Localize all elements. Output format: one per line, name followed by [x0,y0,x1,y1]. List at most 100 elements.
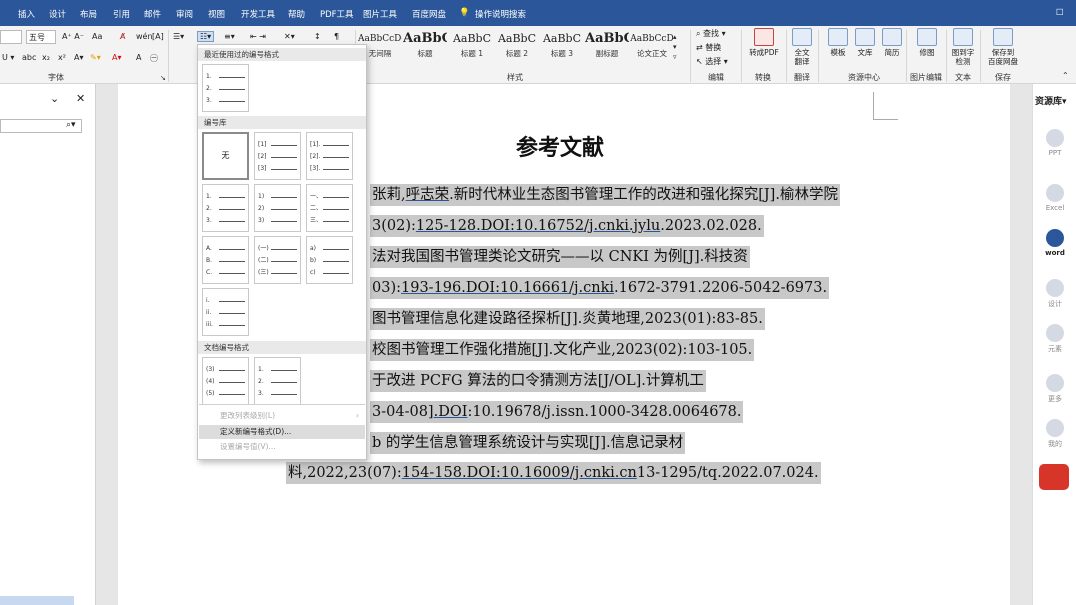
style-4[interactable]: AaBbC 标题 3 [540,30,584,64]
style-2[interactable]: AaBbC 标题 1 [450,30,494,64]
library-button[interactable]: 文库 [853,28,877,57]
select-button[interactable]: ↖ 选择 ▾ [696,56,728,67]
text-effect-button[interactable]: A▾ [74,53,84,62]
resource-title[interactable]: 资源库▾ [1035,94,1067,107]
document-format-card[interactable]: (3) (4) (5) [202,357,249,405]
tab-1[interactable]: 设计 [49,8,66,20]
numbering-format-card[interactable]: a) b) c) [306,236,353,284]
grow-font-button[interactable]: A⁺ A⁻ [62,32,84,41]
tab-3[interactable]: 引用 [113,8,130,20]
style-name: 标题 1 [460,49,484,58]
chevron-down-icon[interactable]: ⌄ [50,92,59,105]
style-5[interactable]: AaBbC 副标题 [585,30,629,64]
tab-2[interactable]: 布局 [80,8,97,20]
tab-12[interactable]: 操作说明搜索 [475,8,526,20]
change-list-level-item[interactable]: 更改列表级别(L) › [199,409,365,423]
bullets-button[interactable]: ☰▾ [173,32,184,41]
show-marks-button[interactable]: ¶ [334,32,339,41]
chinese-layout-button[interactable]: ✕▾ [284,32,295,41]
subscript-button[interactable]: x₂ [42,53,50,62]
multilevel-list-button[interactable]: ≡▾ [224,32,235,41]
sort-button[interactable]: ↕ [314,32,321,41]
underline-button[interactable]: U ▾ [2,53,14,62]
border-a-button[interactable]: [A] [152,32,164,41]
font-launcher-icon[interactable]: ↘ [160,74,166,82]
reference-text: .DOI [433,404,468,420]
font-color-button[interactable]: A▾ [112,53,122,62]
card-number: 1. [206,73,212,80]
shading-button[interactable]: A [136,53,141,62]
tab-4[interactable]: 邮件 [144,8,161,20]
numbering-format-card[interactable]: 1) 2) 3) [254,184,301,232]
enclose-char-button[interactable]: ㊀ [150,53,158,64]
resource-item-2[interactable]: word [1033,229,1076,257]
tab-0[interactable]: 插入 [18,8,35,20]
style-1[interactable]: AaBbC 标题 [403,30,447,64]
numbering-format-card[interactable]: [1] [2] [3] [254,132,301,180]
define-new-format-item[interactable]: 定义新编号格式(D)... [199,425,365,439]
resource-item-6[interactable]: 我的 [1033,419,1076,449]
find-button[interactable]: ⌕ 查找 ▾ [696,28,726,39]
document-format-card[interactable]: 1. 2. 3. [254,357,301,405]
resource-item-4[interactable]: 元素 [1033,324,1076,354]
highlight-button[interactable]: ✎▾ [90,53,101,62]
tab-11[interactable]: 百度网盘 [412,8,446,20]
template-button[interactable]: 模板 [826,28,850,57]
tell-me-icon[interactable]: 💡 [459,8,470,18]
numbering-format-card[interactable]: 一、 二、 三、 [306,184,353,232]
card-line [219,89,245,90]
numbering-format-card[interactable]: (一) (二) (三) [254,236,301,284]
tab-9[interactable]: PDF工具 [320,8,354,20]
tab-10[interactable]: 图片工具 [363,8,397,20]
resource-item-label: 更多 [1048,395,1062,403]
save-baidu-button[interactable]: 保存到 百度网盘 [985,28,1021,66]
ocr-icon [953,28,973,46]
close-icon[interactable]: ✕ [76,92,85,105]
superscript-button[interactable]: x² [58,53,66,62]
styles-scroll-icon[interactable]: ▴ ▾ ▿ [673,32,677,62]
resource-item-3[interactable]: 设计 [1033,279,1076,309]
gift-icon[interactable] [1039,464,1069,490]
numbering-format-card[interactable]: [1]. [2]. [3]. [306,132,353,180]
translate-button[interactable]: 全文 翻译 [790,28,814,66]
reference-text: 154-158.DOI:10.16009/j.cnki.cn [401,465,637,481]
resume-button[interactable]: 简历 [880,28,904,57]
style-name: 标题 2 [505,49,529,58]
phonetic-button[interactable]: wén [136,32,153,41]
tab-8[interactable]: 帮助 [288,8,305,20]
set-numbering-value-item[interactable]: 设置编号值(V)... [199,440,365,454]
style-3[interactable]: AaBbC 标题 2 [495,30,539,64]
group-label-font: 字体 [48,73,64,82]
recent-format-card[interactable]: 1. 2. 3. [202,64,249,112]
resource-item-1[interactable]: Excel [1033,184,1076,212]
feedback-icon[interactable]: ☐ [1056,8,1064,18]
convert-pdf-button[interactable]: 转成PDF [746,28,782,57]
clear-format-button[interactable]: A̸ [120,32,125,41]
numbering-format-card[interactable]: A. B. C. [202,236,249,284]
card-line [323,145,349,146]
numbering-button[interactable]: ☷▾ [197,31,215,42]
retouch-button[interactable]: 修图 [914,28,940,57]
format-none-card[interactable]: 无 [202,132,249,180]
reference-line: 03):193-196.DOI:10.16661/j.cnki.1672-379… [370,277,830,299]
font-size-box[interactable]: 五号 [26,30,56,44]
collapse-ribbon-icon[interactable]: ⌃ [1062,71,1069,80]
change-case-button[interactable]: Aa [92,32,102,41]
search-icon[interactable]: ⌕▾ [66,120,76,130]
style-name: 副标题 [595,49,619,58]
ocr-button[interactable]: 图到字 检测 [949,28,977,66]
font-name-box[interactable] [0,30,22,44]
tab-6[interactable]: 视图 [208,8,225,20]
resource-item-5[interactable]: 更多 [1033,374,1076,404]
tab-5[interactable]: 审阅 [176,8,193,20]
tab-7[interactable]: 开发工具 [241,8,275,20]
replace-button[interactable]: ⇄ 替换 [696,42,721,53]
card-line [323,169,349,170]
resource-item-0[interactable]: PPT [1033,129,1076,157]
style-6[interactable]: AaBbCcD 论文正文 [630,30,674,64]
strike-button[interactable]: abc [22,53,36,62]
numbering-format-card[interactable]: i. ii. iii. [202,288,249,336]
resource-item-label: PPT [1048,149,1062,157]
indent-buttons[interactable]: ⇤ ⇥ [250,32,266,41]
numbering-format-card[interactable]: 1. 2. 3. [202,184,249,232]
